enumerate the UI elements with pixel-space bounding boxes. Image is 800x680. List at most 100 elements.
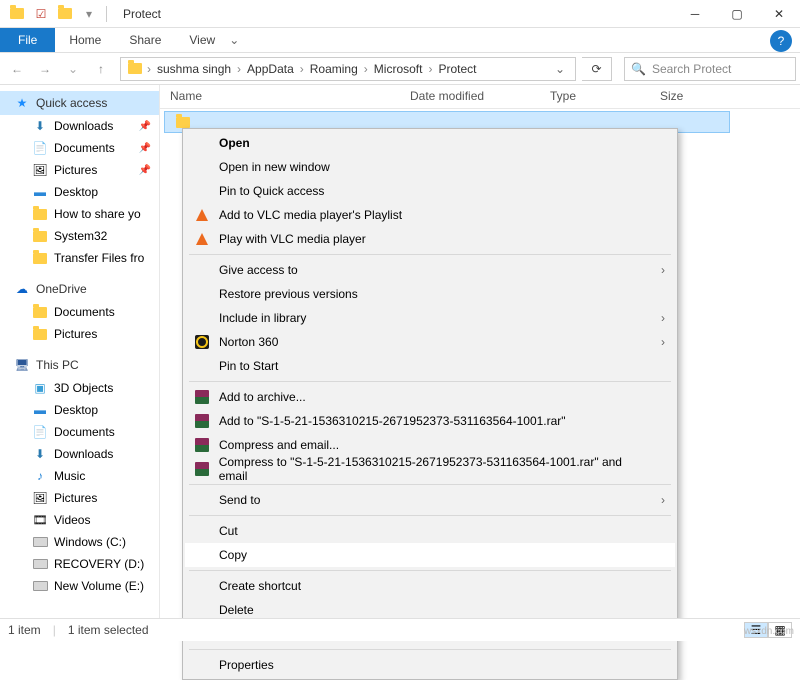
sidebar-item-desktop[interactable]: ▬Desktop — [0, 181, 159, 203]
refresh-button[interactable]: ⟳ — [582, 57, 612, 81]
sidebar-item[interactable]: ⬇Downloads — [0, 443, 159, 465]
forward-button[interactable]: → — [32, 56, 58, 82]
titlebar: ☑ ▾ Protect ─ ▢ ✕ — [0, 0, 800, 28]
up-button[interactable]: ↑ — [88, 56, 114, 82]
tab-file[interactable]: File — [0, 28, 55, 52]
ctx-give-access[interactable]: Give access to› — [185, 258, 675, 282]
ctx-vlc-playlist[interactable]: Add to VLC media player's Playlist — [185, 203, 675, 227]
rar-icon — [193, 438, 211, 452]
col-name[interactable]: Name — [160, 85, 400, 108]
drive-icon — [32, 556, 48, 572]
vlc-icon — [193, 233, 211, 245]
ctx-copy[interactable]: Copy — [185, 543, 675, 567]
sidebar-item[interactable]: 📄Documents — [0, 421, 159, 443]
ctx-compress-to[interactable]: Compress to "S-1-5-21-1536310215-2671952… — [185, 457, 675, 481]
pin-icon: 📌 — [139, 143, 151, 154]
pictures-icon: 🖼 — [32, 162, 48, 178]
ribbon-expand-icon[interactable]: ⌄ — [229, 33, 247, 47]
desktop-icon: ▬ — [32, 402, 48, 418]
sidebar-quick-access[interactable]: ★ Quick access — [0, 91, 159, 115]
sidebar-item[interactable]: Documents — [0, 301, 159, 323]
chevron-right-icon: › — [661, 493, 665, 507]
qat-properties-icon[interactable]: ☑ — [30, 3, 52, 25]
sidebar-item-documents[interactable]: 📄Documents📌 — [0, 137, 159, 159]
maximize-button[interactable]: ▢ — [716, 0, 758, 28]
folder-icon — [32, 250, 48, 266]
ctx-add-archive[interactable]: Add to archive... — [185, 385, 675, 409]
chevron-right-icon: › — [661, 311, 665, 325]
sidebar-item[interactable]: 🎞Videos — [0, 509, 159, 531]
breadcrumb[interactable]: AppData — [245, 62, 296, 76]
sidebar-item-pictures[interactable]: 🖼Pictures📌 — [0, 159, 159, 181]
search-placeholder: Search Protect — [652, 62, 731, 76]
ctx-cut[interactable]: Cut — [185, 519, 675, 543]
sidebar-item[interactable]: ▬Desktop — [0, 399, 159, 421]
address-dropdown-icon[interactable]: ⌄ — [551, 62, 569, 76]
minimize-button[interactable]: ─ — [674, 0, 716, 28]
sidebar-item[interactable]: System32 — [0, 225, 159, 247]
folder-icon — [32, 326, 48, 342]
sidebar-item-drive[interactable]: RECOVERY (D:) — [0, 553, 159, 575]
ctx-pin-start[interactable]: Pin to Start — [185, 354, 675, 378]
sidebar-item-drive[interactable]: Windows (C:) — [0, 531, 159, 553]
ctx-properties[interactable]: Properties — [185, 653, 675, 677]
ctx-include-library[interactable]: Include in library› — [185, 306, 675, 330]
norton-icon — [193, 335, 211, 349]
qat-dropdown-icon[interactable]: ▾ — [78, 3, 100, 25]
col-date[interactable]: Date modified — [400, 85, 540, 108]
pin-icon: 📌 — [139, 121, 151, 132]
videos-icon: 🎞 — [32, 512, 48, 528]
drive-icon — [32, 534, 48, 550]
ctx-send-to[interactable]: Send to› — [185, 488, 675, 512]
recent-dropdown-icon[interactable]: ⌄ — [60, 56, 86, 82]
sidebar-item-downloads[interactable]: ⬇Downloads📌 — [0, 115, 159, 137]
sidebar-this-pc[interactable]: 🖥This PC — [0, 353, 159, 377]
col-type[interactable]: Type — [540, 85, 650, 108]
navbar: ← → ⌄ ↑ › sushma singh› AppData› Roaming… — [0, 53, 800, 85]
col-size[interactable]: Size — [650, 85, 730, 108]
sidebar-item[interactable]: ▣3D Objects — [0, 377, 159, 399]
back-button[interactable]: ← — [4, 56, 30, 82]
tab-home[interactable]: Home — [55, 28, 115, 52]
sidebar-item[interactable]: Pictures — [0, 323, 159, 345]
breadcrumb[interactable]: Protect — [436, 62, 478, 76]
tab-view[interactable]: View — [175, 28, 229, 52]
separator — [189, 381, 671, 382]
breadcrumb[interactable]: sushma singh — [155, 62, 233, 76]
folder-icon — [32, 304, 48, 320]
sidebar-item[interactable]: ♪Music — [0, 465, 159, 487]
help-icon[interactable]: ? — [770, 30, 792, 52]
ctx-open[interactable]: Open — [185, 131, 675, 155]
tab-share[interactable]: Share — [115, 28, 175, 52]
status-bar: 1 item | 1 item selected ☰ ▦ — [0, 618, 800, 641]
ctx-restore-versions[interactable]: Restore previous versions — [185, 282, 675, 306]
breadcrumb[interactable]: Roaming — [308, 62, 360, 76]
ctx-add-to-rar[interactable]: Add to "S-1-5-21-1536310215-2671952373-5… — [185, 409, 675, 433]
star-icon: ★ — [14, 95, 30, 111]
sidebar-onedrive[interactable]: ☁OneDrive — [0, 277, 159, 301]
ctx-norton[interactable]: Norton 360› — [185, 330, 675, 354]
sidebar-item[interactable]: 🖼Pictures — [0, 487, 159, 509]
window-title: Protect — [123, 7, 161, 21]
column-headers[interactable]: Name Date modified Type Size — [160, 85, 800, 109]
search-input[interactable]: 🔍 Search Protect — [624, 57, 796, 81]
sidebar-item[interactable]: How to share yo — [0, 203, 159, 225]
folder-icon — [32, 206, 48, 222]
separator — [189, 515, 671, 516]
separator — [189, 484, 671, 485]
ctx-create-shortcut[interactable]: Create shortcut — [185, 574, 675, 598]
close-button[interactable]: ✕ — [758, 0, 800, 28]
chevron-right-icon: › — [661, 263, 665, 277]
ctx-open-new-window[interactable]: Open in new window — [185, 155, 675, 179]
address-bar[interactable]: › sushma singh› AppData› Roaming› Micros… — [120, 57, 576, 81]
documents-icon: 📄 — [32, 424, 48, 440]
breadcrumb[interactable]: Microsoft — [372, 62, 425, 76]
sidebar-item-drive[interactable]: New Volume (E:) — [0, 575, 159, 597]
watermark: wsxdn.com — [744, 626, 794, 637]
ctx-vlc-play[interactable]: Play with VLC media player — [185, 227, 675, 251]
ctx-pin-quick-access[interactable]: Pin to Quick access — [185, 179, 675, 203]
qat-newfolder-icon[interactable] — [54, 3, 76, 25]
separator — [189, 570, 671, 571]
ctx-compress-email[interactable]: Compress and email... — [185, 433, 675, 457]
sidebar-item[interactable]: Transfer Files fro — [0, 247, 159, 269]
